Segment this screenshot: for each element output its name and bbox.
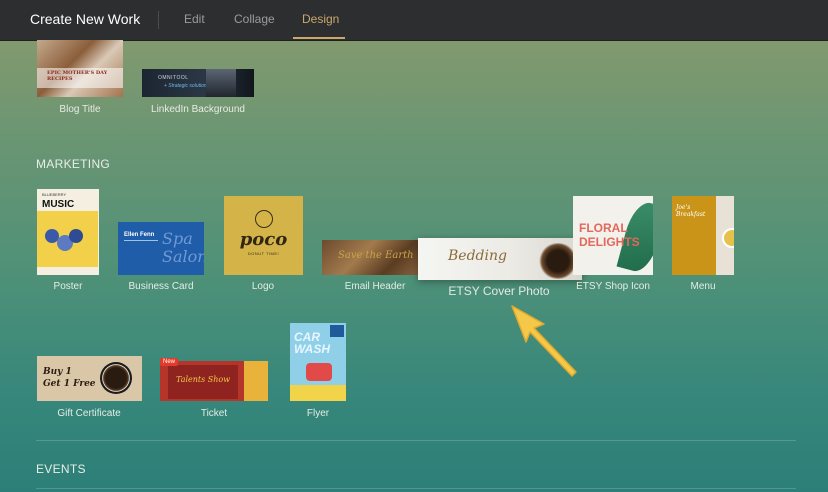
flyer-thumbnail: CAR WASH bbox=[290, 323, 346, 401]
template-label: Business Card bbox=[128, 281, 194, 292]
template-logo[interactable]: poco DONUT TIME! bbox=[224, 196, 303, 275]
template-label: Blog Title bbox=[59, 104, 101, 115]
thumb-text: CAR WASH bbox=[294, 330, 330, 356]
template-flyer[interactable]: CAR WASH bbox=[290, 323, 346, 401]
etsy-shop-icon-thumbnail: FLORAL DELIGHTS bbox=[573, 196, 653, 275]
template-etsy-shop-icon[interactable]: FLORAL DELIGHTS bbox=[573, 196, 653, 275]
template-label: Flyer bbox=[306, 408, 330, 419]
template-label: ETSY Shop Icon bbox=[576, 281, 650, 292]
template-linkedin-background[interactable]: OMNITOOL + Strategic solutions bbox=[142, 69, 254, 97]
app-title: Create New Work bbox=[30, 11, 141, 27]
menu-thumbnail: Joe's Breakfast bbox=[672, 196, 734, 275]
template-ticket[interactable]: Talents Show bbox=[160, 361, 268, 401]
tab-edit[interactable]: Edit bbox=[184, 12, 205, 26]
logo-thumbnail: poco DONUT TIME! bbox=[224, 196, 303, 275]
coffee-cup-image bbox=[100, 362, 132, 394]
gift-certificate-thumbnail: Buy 1 Get 1 Free bbox=[37, 356, 142, 401]
template-gift-certificate[interactable]: Buy 1 Get 1 Free bbox=[37, 356, 142, 401]
section-divider bbox=[36, 440, 796, 441]
template-business-card[interactable]: Ellen Fenn Spa Salon bbox=[118, 222, 204, 275]
top-bar: Create New Work Edit Collage Design bbox=[0, 0, 828, 41]
etsy-cover-photo-thumbnail: Bedding bbox=[418, 238, 582, 280]
email-header-thumbnail: Save the Earth bbox=[322, 240, 422, 275]
thumb-text: DONUT TIME! bbox=[247, 251, 280, 256]
thumb-text: FLORAL DELIGHTS bbox=[579, 221, 640, 249]
template-label: Logo bbox=[251, 281, 275, 292]
template-label: Email Header bbox=[344, 281, 406, 292]
template-etsy-cover-photo[interactable]: Bedding bbox=[418, 238, 582, 280]
thumb-text: EPIC MOTHER'S DAY RECIPES bbox=[47, 70, 108, 82]
title-divider bbox=[158, 11, 159, 29]
blog-title-thumbnail: EPIC MOTHER'S DAY RECIPES bbox=[37, 40, 123, 97]
thumb-text: Buy 1 Get 1 Free bbox=[43, 367, 96, 389]
linkedin-background-thumbnail: OMNITOOL + Strategic solutions bbox=[142, 69, 254, 97]
ticket-thumbnail: Talents Show bbox=[160, 361, 268, 401]
arrow-pointer-icon bbox=[511, 305, 577, 377]
thumb-text: MUSIC bbox=[42, 199, 75, 210]
ticket-stub bbox=[244, 361, 268, 401]
template-label: Ticket bbox=[200, 408, 228, 419]
section-title-marketing: MARKETING bbox=[36, 157, 111, 171]
business-card-thumbnail: Ellen Fenn Spa Salon bbox=[118, 222, 204, 275]
template-poster[interactable]: BLUEBERRY MUSIC bbox=[37, 189, 99, 275]
tab-active-indicator bbox=[293, 37, 345, 39]
thumb-text: Ellen Fenn bbox=[124, 232, 155, 238]
thumb-text: Joe's Breakfast bbox=[676, 204, 706, 218]
template-label: Poster bbox=[53, 281, 83, 292]
thumb-line bbox=[124, 240, 158, 241]
new-badge: New bbox=[160, 358, 179, 366]
template-menu[interactable]: Joe's Breakfast bbox=[672, 196, 734, 275]
thumb-text: Talents Show bbox=[176, 375, 231, 384]
template-label: Gift Certificate bbox=[57, 408, 121, 419]
thumb-text: poco bbox=[239, 229, 288, 250]
thumb-text: BLUEBERRY bbox=[42, 192, 67, 197]
poster-thumbnail: BLUEBERRY MUSIC bbox=[37, 189, 99, 275]
thumb-photo bbox=[206, 69, 236, 97]
thumb-bg bbox=[290, 385, 346, 401]
section-title-events: EVENTS bbox=[36, 462, 86, 476]
tab-design[interactable]: Design bbox=[302, 12, 339, 26]
blueberry-shape bbox=[69, 229, 83, 243]
template-email-header[interactable]: Save the Earth bbox=[322, 240, 422, 275]
thumb-badge bbox=[330, 325, 344, 337]
thumb-text: Spa Salon bbox=[162, 229, 204, 266]
thumb-text: Save the Earth bbox=[338, 250, 414, 261]
tab-collage[interactable]: Collage bbox=[234, 12, 275, 26]
coffee-cup-image bbox=[538, 243, 578, 279]
thumb-text: Bedding bbox=[448, 248, 507, 264]
car-image bbox=[306, 363, 332, 381]
template-blog-title[interactable]: EPIC MOTHER'S DAY RECIPES bbox=[37, 40, 123, 112]
template-label: LinkedIn Background bbox=[151, 104, 245, 115]
thumb-text: + Strategic solutions bbox=[164, 83, 210, 89]
section-divider bbox=[36, 488, 796, 489]
template-label: Menu bbox=[690, 281, 716, 292]
donut-icon bbox=[255, 210, 273, 228]
thumb-text: OMNITOOL bbox=[158, 75, 189, 81]
